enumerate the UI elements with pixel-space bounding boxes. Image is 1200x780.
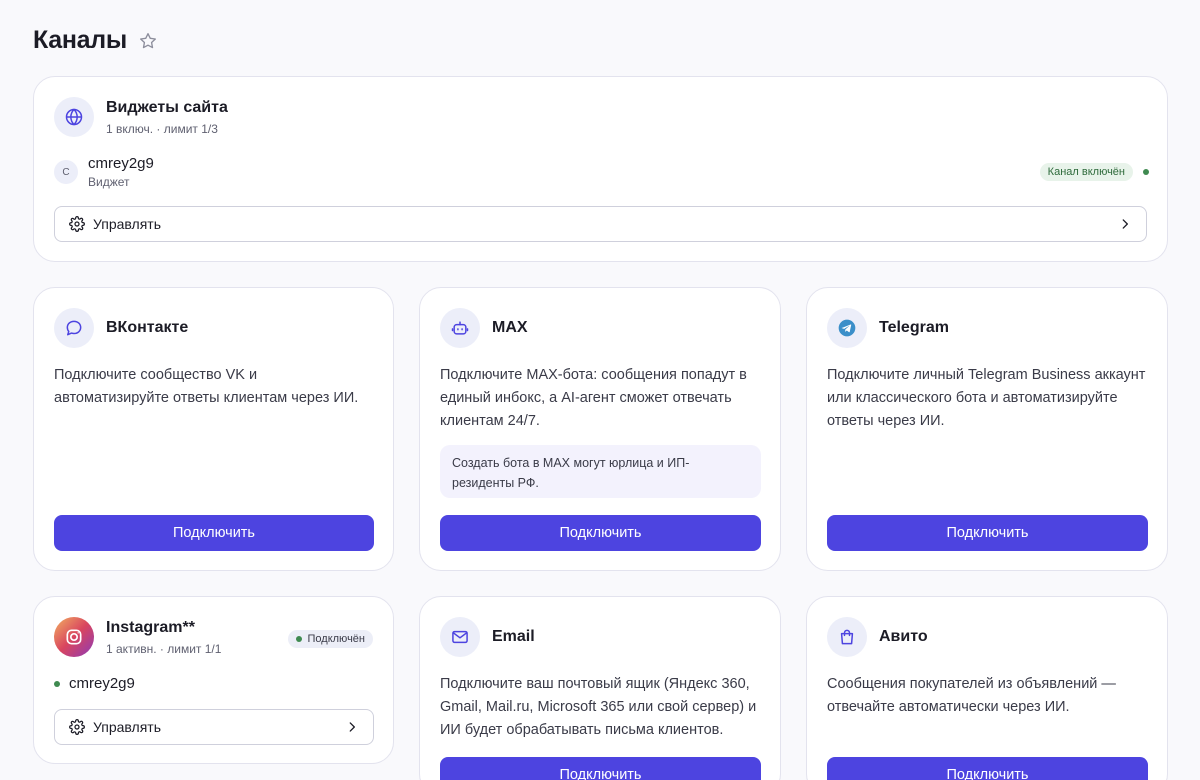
- telegram-card: Telegram Подключите личный Telegram Busi…: [806, 287, 1168, 571]
- telegram-icon: [827, 308, 867, 348]
- vk-card: ВКонтакте Подключите сообщество VK и авт…: [33, 287, 394, 571]
- instagram-status-badge: Подключён: [287, 630, 373, 648]
- instagram-subtitle: 1 активн. · лимит 1/1: [106, 641, 222, 656]
- gear-icon: [69, 216, 85, 232]
- instagram-title: Instagram**: [106, 618, 195, 636]
- instagram-account-name: cmrey2g9: [69, 675, 135, 692]
- vk-description: Подключите сообщество VK и автоматизируй…: [54, 367, 359, 406]
- widgets-title: Виджеты сайта: [106, 98, 228, 116]
- email-card: Email Подключите ваш почтовый ящик (Янде…: [419, 596, 781, 780]
- email-card-header: Email: [440, 617, 535, 657]
- shopping-bag-icon: [827, 617, 867, 657]
- instagram-manage-label: Управлять: [93, 719, 161, 735]
- vk-card-header: ВКонтакте: [54, 308, 188, 348]
- max-card-header: MAX: [440, 308, 528, 348]
- manage-button[interactable]: Управлять: [54, 206, 1147, 242]
- widget-list-item[interactable]: C cmrey2g9 Виджет: [54, 155, 154, 189]
- page-title: Каналы: [33, 26, 127, 54]
- avito-card-header: Авито: [827, 617, 928, 657]
- vk-title: ВКонтакте: [106, 319, 189, 336]
- max-title: MAX: [492, 319, 528, 336]
- widget-type: Виджет: [88, 175, 130, 189]
- max-note: Создать бота в MAX могут юрлица и ИП-рез…: [440, 445, 761, 498]
- instagram-manage-button[interactable]: Управлять: [54, 709, 374, 745]
- avatar: C: [54, 160, 78, 184]
- max-description: Подключите MAX-бота: сообщения попадут в…: [440, 367, 747, 429]
- chevron-right-icon: [345, 720, 359, 734]
- max-card: MAX Подключите MAX-бота: сообщения попад…: [419, 287, 781, 571]
- instagram-icon: [54, 617, 94, 657]
- telegram-description: Подключите личный Telegram Business акка…: [827, 367, 1146, 429]
- chat-bubble-icon: [54, 308, 94, 348]
- instagram-card-header: Instagram** 1 активн. · лимит 1/1: [54, 617, 221, 657]
- instagram-status-label: Подключён: [307, 633, 366, 645]
- status-dot: [295, 636, 302, 642]
- globe-icon: [54, 97, 94, 137]
- widget-status: Канал включён: [1039, 163, 1149, 181]
- avito-title: Авито: [879, 628, 928, 645]
- max-connect-button[interactable]: Подключить: [440, 515, 761, 551]
- avito-card: Авито Сообщения покупателей из объявлени…: [806, 596, 1168, 780]
- robot-icon: [440, 308, 480, 348]
- mail-icon: [440, 617, 480, 657]
- gear-icon: [69, 719, 85, 735]
- status-dot: [1143, 169, 1149, 175]
- telegram-card-header: Telegram: [827, 308, 949, 348]
- widgets-card: Виджеты сайта 1 включ. · лимит 1/3 C cmr…: [33, 76, 1168, 262]
- page-header: Каналы: [33, 26, 159, 55]
- email-title: Email: [492, 628, 535, 645]
- email-description: Подключите ваш почтовый ящик (Яндекс 360…: [440, 676, 757, 738]
- widgets-subtitle: 1 включ. · лимит 1/3: [106, 121, 218, 136]
- widget-name: cmrey2g9: [88, 155, 154, 172]
- vk-connect-button[interactable]: Подключить: [54, 515, 374, 551]
- status-badge: Канал включён: [1039, 163, 1133, 181]
- telegram-title: Telegram: [879, 319, 949, 336]
- widgets-card-header: Виджеты сайта 1 включ. · лимит 1/3: [54, 97, 228, 137]
- instagram-account-item: cmrey2g9: [54, 675, 135, 692]
- email-connect-button[interactable]: Подключить: [440, 757, 761, 780]
- avito-connect-button[interactable]: Подключить: [827, 757, 1148, 780]
- manage-button-label: Управлять: [93, 216, 161, 232]
- chevron-right-icon: [1118, 217, 1132, 231]
- star-icon[interactable]: [137, 30, 159, 52]
- instagram-card: Instagram** 1 активн. · лимит 1/1 Подклю…: [33, 596, 394, 764]
- avito-description: Сообщения покупателей из объявлений — от…: [827, 676, 1116, 715]
- channels-page: Каналы Виджеты сайта 1 включ. · лимит 1/…: [0, 0, 1200, 780]
- account-status-dot: [54, 680, 60, 687]
- telegram-connect-button[interactable]: Подключить: [827, 515, 1148, 551]
